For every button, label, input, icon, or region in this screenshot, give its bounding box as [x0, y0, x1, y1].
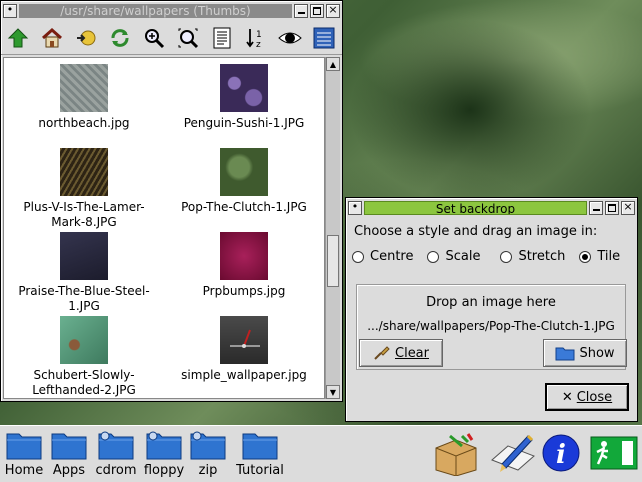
file-thumbnail — [220, 232, 268, 280]
file-thumbnail — [220, 64, 268, 112]
up-arrow-icon[interactable] — [3, 25, 33, 51]
list-item[interactable]: Schubert-Slowly-Lefthanded-2.JPG — [4, 316, 164, 398]
folder-icon — [242, 430, 278, 460]
drop-hint: Drop an image here — [426, 295, 556, 310]
bottom-panel: Home Apps cdrom floppy zip Tutorial i — [0, 425, 642, 482]
close-label: Close — [576, 389, 613, 405]
scroll-thumb[interactable] — [327, 235, 339, 287]
file-thumbnail — [220, 148, 268, 196]
radio-tile[interactable] — [579, 250, 592, 263]
folder-icon — [51, 430, 87, 460]
file-name: northbeach.jpg — [38, 116, 130, 130]
folder-icon — [6, 430, 42, 460]
file-name: Prpbumps.jpg — [202, 284, 286, 298]
file-thumbnail — [60, 316, 108, 364]
filer-titlebar[interactable]: • /usr/share/wallpapers (Thumbs) × — [1, 1, 342, 21]
maximize-button[interactable] — [605, 201, 619, 215]
list-item[interactable]: Pop-The-Clutch-1.JPG — [164, 148, 324, 215]
file-thumbnail — [60, 148, 108, 196]
mounted-folder-icon — [190, 430, 226, 460]
filer-toolbar: 1z — [1, 21, 342, 55]
backdrop-titlebar[interactable]: • Set backdrop × — [346, 198, 637, 218]
file-thumbnail — [220, 316, 268, 364]
window-menu-button[interactable]: • — [3, 3, 17, 18]
style-option-stretch[interactable]: Stretch — [500, 249, 565, 264]
file-name: Penguin-Sushi-1.JPG — [183, 116, 305, 130]
file-name: Pop-The-Clutch-1.JPG — [181, 200, 307, 214]
panel-item-tutorial[interactable]: Tutorial — [228, 430, 292, 478]
radio-label: Scale — [445, 249, 481, 264]
minimize-button[interactable] — [589, 201, 603, 215]
mounted-folder-icon — [98, 430, 134, 460]
backdrop-dialog: • Set backdrop × Choose a style and drag… — [345, 197, 638, 422]
svg-text:1: 1 — [256, 30, 262, 40]
show-button[interactable]: Show — [543, 339, 627, 367]
brush-icon — [374, 346, 390, 360]
list-view-icon[interactable] — [309, 25, 339, 51]
radio-label: Tile — [597, 249, 621, 264]
radio-stretch[interactable] — [500, 250, 513, 263]
image-path: .../share/wallpapers/Pop-The-Clutch-1.JP… — [367, 319, 615, 333]
zoom-fit-icon[interactable] — [173, 25, 203, 51]
list-item[interactable]: Penguin-Sushi-1.JPG — [164, 64, 324, 131]
list-item[interactable]: Prpbumps.jpg — [164, 232, 324, 299]
mounted-folder-icon — [146, 430, 182, 460]
style-radio-group: Centre Scale Stretch Tile — [346, 239, 637, 264]
scroll-up-arrow[interactable]: ▲ — [326, 57, 340, 71]
file-name: Plus-V-Is-The-Lamer-Mark-8.JPG — [23, 200, 145, 229]
details-icon[interactable] — [207, 25, 237, 51]
close-window-button[interactable]: × — [326, 3, 340, 18]
image-drop-area[interactable]: Drop an image here .../share/wallpapers/… — [356, 284, 627, 370]
filer-scrollbar[interactable]: ▲ ▼ — [325, 57, 340, 399]
close-x-icon: ✕ — [561, 389, 573, 405]
file-name: simple_wallpaper.jpg — [181, 368, 307, 382]
window-menu-button[interactable]: • — [348, 200, 362, 215]
clear-label: Clear — [395, 345, 429, 361]
info-icon[interactable]: i — [542, 434, 580, 475]
show-label: Show — [579, 345, 615, 361]
close-window-button[interactable]: × — [621, 200, 635, 215]
style-option-tile[interactable]: Tile — [579, 249, 620, 264]
scroll-down-arrow[interactable]: ▼ — [326, 385, 340, 399]
svg-text:i: i — [556, 440, 566, 470]
style-option-centre[interactable]: Centre — [352, 249, 413, 264]
zoom-in-icon[interactable] — [139, 25, 169, 51]
close-button[interactable]: ✕ Close — [545, 383, 629, 411]
file-name: Schubert-Slowly-Lefthanded-2.JPG — [32, 368, 136, 397]
maximize-button[interactable] — [310, 4, 324, 18]
filer-window: • /usr/share/wallpapers (Thumbs) × 1z no… — [0, 0, 343, 402]
refresh-icon[interactable] — [105, 25, 135, 51]
package-box-icon[interactable] — [432, 432, 480, 479]
style-prompt: Choose a style and drag an image in: — [354, 224, 598, 239]
list-item[interactable]: northbeach.jpg — [4, 64, 164, 131]
folder-icon — [555, 347, 575, 361]
file-thumbnail — [60, 64, 108, 112]
filer-title: /usr/share/wallpapers (Thumbs) — [19, 4, 292, 18]
panel-item-label: Tutorial — [236, 463, 284, 478]
backdrop-title: Set backdrop — [364, 201, 587, 215]
radio-centre[interactable] — [352, 250, 364, 263]
radio-label: Stretch — [518, 249, 566, 264]
svg-text:z: z — [256, 40, 261, 49]
radio-label: Centre — [370, 249, 414, 264]
style-option-scale[interactable]: Scale — [427, 249, 480, 264]
clear-button[interactable]: Clear — [359, 339, 443, 367]
sort-icon[interactable]: 1z — [241, 25, 271, 51]
minimize-button[interactable] — [294, 4, 308, 18]
show-hidden-icon[interactable] — [275, 25, 305, 51]
list-item[interactable]: Praise-The-Blue-Steel-1.JPG — [4, 232, 164, 314]
radio-scale[interactable] — [427, 250, 440, 263]
file-name: Praise-The-Blue-Steel-1.JPG — [18, 284, 150, 313]
list-item[interactable]: simple_wallpaper.jpg — [164, 316, 324, 383]
file-thumbnail — [60, 232, 108, 280]
text-editor-icon[interactable] — [488, 430, 538, 481]
file-list[interactable]: northbeach.jpg Penguin-Sushi-1.JPG Plus-… — [3, 57, 325, 399]
list-item[interactable]: Plus-V-Is-The-Lamer-Mark-8.JPG — [4, 148, 164, 230]
home-icon[interactable] — [37, 25, 67, 51]
bookmarks-icon[interactable] — [71, 25, 101, 51]
logout-icon[interactable] — [590, 436, 638, 473]
